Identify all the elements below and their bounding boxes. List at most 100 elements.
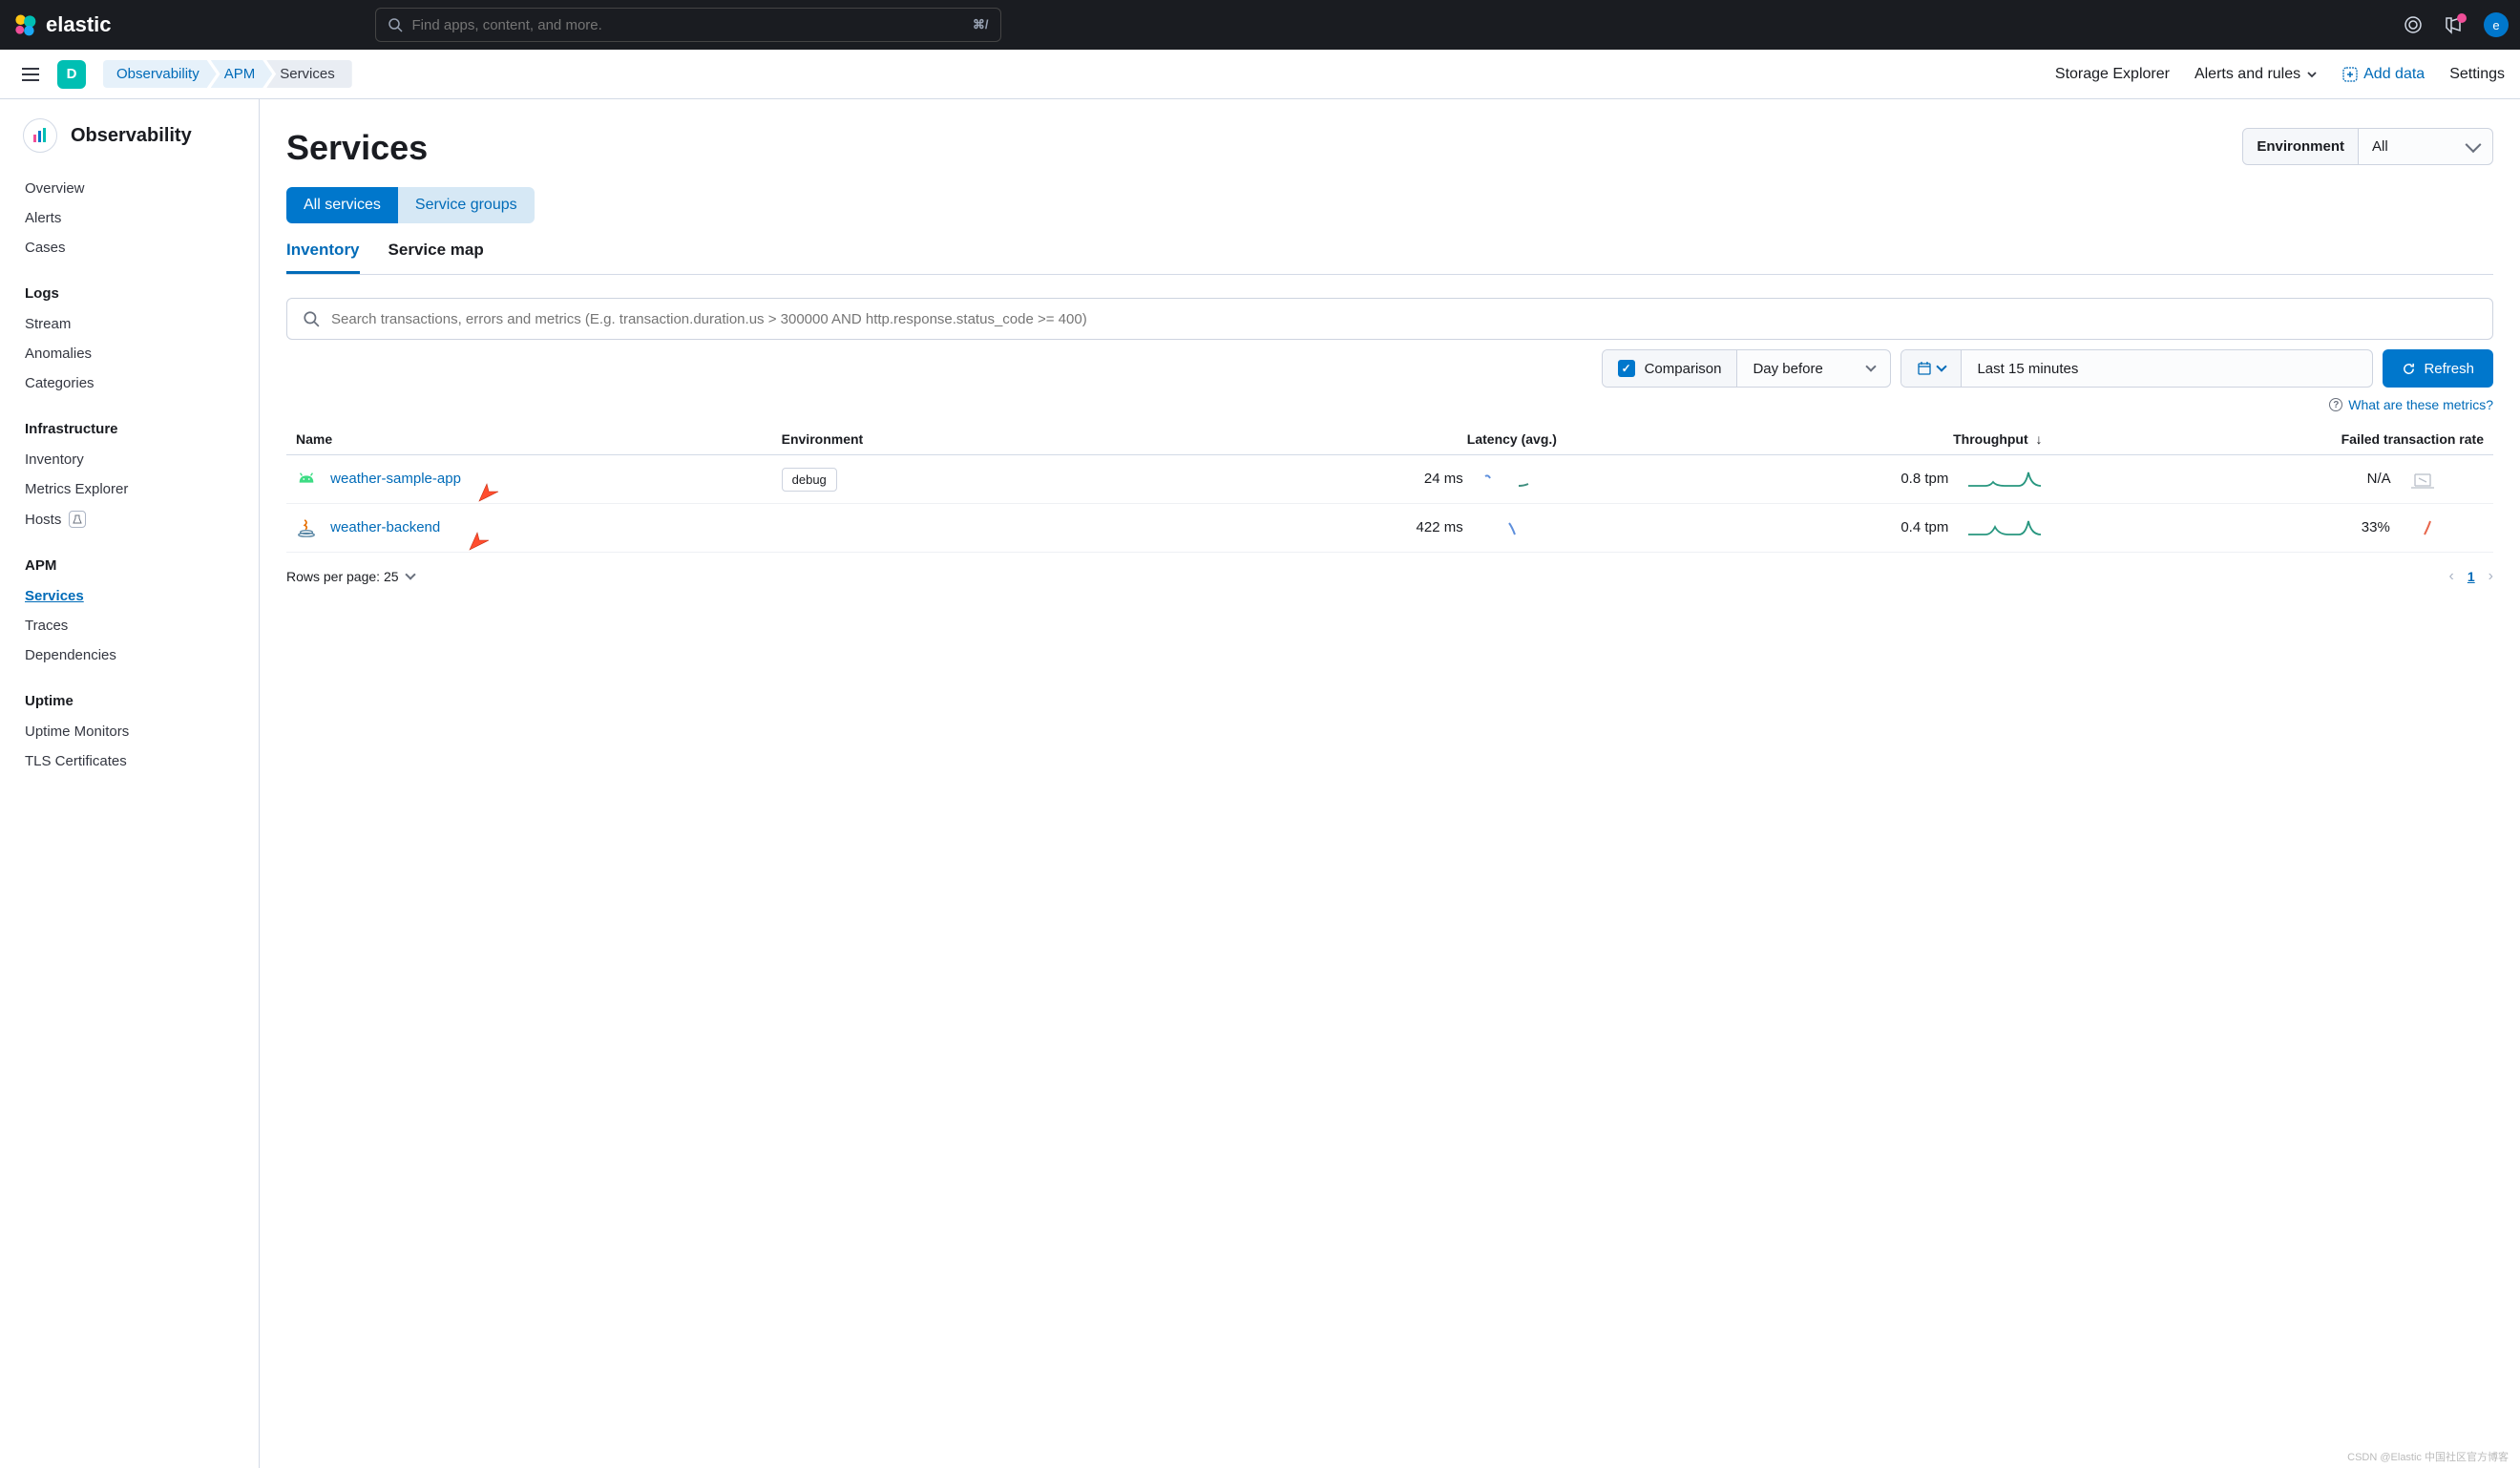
throughput-sparkline (1966, 469, 2043, 490)
alerts-rules-dropdown[interactable]: Alerts and rules (2194, 66, 2318, 83)
plus-in-circle-icon (2342, 67, 2358, 82)
sidebar-item-services[interactable]: Services (0, 581, 259, 611)
environment-value[interactable]: All (2359, 129, 2492, 164)
rows-per-page-select[interactable]: Rows per page: 25 (286, 569, 414, 584)
table-row: weather-backend 422 ms 0.4 tpm 33% (286, 504, 2493, 553)
environment-selector[interactable]: Environment All (2242, 128, 2493, 165)
time-range-control: Last 15 minutes (1900, 349, 2373, 388)
sidebar-item-cases[interactable]: Cases (0, 233, 259, 262)
services-table: Name Environment Latency (avg.) Throughp… (286, 424, 2493, 553)
query-input[interactable] (331, 311, 2477, 327)
header-actions: e (2404, 12, 2509, 37)
latency-value: 24 ms (1424, 471, 1463, 487)
view-toggle: All services Service groups (286, 187, 2493, 223)
breadcrumb-item[interactable]: APM (211, 60, 273, 88)
latency-sparkline (1480, 469, 1557, 490)
sort-desc-icon: ↓ (2036, 431, 2043, 447)
table-footer: Rows per page: 25 ‹ 1 › (286, 568, 2493, 585)
col-label: Latency (avg.) (1467, 431, 1557, 447)
service-name-link[interactable]: weather-sample-app (330, 471, 461, 487)
prev-page-button[interactable]: ‹ (2449, 568, 2454, 585)
observability-icon (23, 118, 57, 153)
calendar-icon (1917, 361, 1932, 376)
tab-service-map[interactable]: Service map (388, 241, 484, 274)
col-name[interactable]: Name (286, 424, 772, 455)
calendar-button[interactable] (1901, 350, 1962, 387)
sidebar-item-alerts[interactable]: Alerts (0, 203, 259, 233)
sidebar-item-anomalies[interactable]: Anomalies (0, 339, 259, 368)
search-icon (303, 310, 320, 327)
sidebar-group: Overview Alerts Cases (0, 166, 259, 270)
breadcrumb-item[interactable]: Observability (103, 60, 217, 88)
sidebar-title: Observability (71, 125, 192, 147)
add-data-link[interactable]: Add data (2342, 66, 2425, 83)
help-icon[interactable] (2404, 15, 2423, 34)
refresh-icon (2402, 362, 2416, 376)
java-icon (296, 517, 317, 538)
failed-sparkline (2407, 469, 2484, 490)
newsfeed-icon[interactable] (2444, 15, 2463, 34)
sidebar-group-title: APM (0, 550, 259, 581)
settings-link[interactable]: Settings (2449, 66, 2505, 83)
tab-inventory[interactable]: Inventory (286, 241, 360, 274)
col-failed-rate[interactable]: Failed transaction rate (2052, 424, 2493, 455)
chevron-down-icon (1937, 361, 1947, 371)
failed-rate-value: 33% (2362, 519, 2390, 535)
sidebar-item-overview[interactable]: Overview (0, 174, 259, 203)
time-range-value[interactable]: Last 15 minutes (1962, 350, 2372, 387)
brand-logo[interactable]: elastic (11, 11, 112, 38)
nav-toggle-button[interactable] (15, 59, 46, 90)
sidebar-item-tls-certificates[interactable]: TLS Certificates (0, 746, 259, 776)
question-icon: ? (2329, 398, 2342, 411)
breadcrumb: Observability APM Services (103, 60, 352, 88)
sidebar-item-metrics-explorer[interactable]: Metrics Explorer (0, 474, 259, 504)
refresh-button[interactable]: Refresh (2383, 349, 2493, 388)
sidebar-group-title: Infrastructure (0, 413, 259, 445)
sidebar-group-infrastructure: Infrastructure Inventory Metrics Explore… (0, 406, 259, 542)
current-page[interactable]: 1 (2468, 569, 2475, 584)
sidebar-header[interactable]: Observability (0, 118, 259, 166)
checkbox-checked-icon[interactable] (1618, 360, 1635, 377)
col-latency[interactable]: Latency (avg.) (1081, 424, 1566, 455)
pagination: ‹ 1 › (2449, 568, 2493, 585)
tabs: Inventory Service map (286, 241, 2493, 275)
search-input[interactable] (412, 17, 963, 33)
table-row: weather-sample-app debug 24 ms 0.8 tpm N… (286, 455, 2493, 504)
subheader-actions: Storage Explorer Alerts and rules Add da… (2055, 66, 2505, 83)
query-bar[interactable] (286, 298, 2493, 340)
elastic-logo-icon (11, 11, 38, 38)
failed-rate-value: N/A (2367, 471, 2390, 487)
latency-value: 422 ms (1417, 519, 1463, 535)
sidebar-item-dependencies[interactable]: Dependencies (0, 640, 259, 670)
col-environment[interactable]: Environment (772, 424, 1082, 455)
comparison-toggle[interactable]: Comparison (1603, 350, 1738, 387)
storage-explorer-link[interactable]: Storage Explorer (2055, 66, 2170, 83)
refresh-label: Refresh (2424, 361, 2474, 377)
throughput-value: 0.4 tpm (1900, 519, 1948, 535)
col-throughput[interactable]: Throughput ↓ (1566, 424, 2052, 455)
throughput-value: 0.8 tpm (1900, 471, 1948, 487)
controls-row: Comparison Day before Last 15 minutes Re… (286, 349, 2493, 388)
global-search[interactable]: ⌘/ (375, 8, 1001, 42)
sidebar-item-inventory[interactable]: Inventory (0, 445, 259, 474)
toggle-service-groups[interactable]: Service groups (398, 187, 535, 223)
chevron-down-icon (2306, 69, 2318, 80)
metrics-hint-link[interactable]: ? What are these metrics? (286, 397, 2493, 412)
comparison-value: Day before (1753, 361, 1822, 377)
comparison-value-dropdown[interactable]: Day before (1737, 350, 1890, 387)
sidebar-item-uptime-monitors[interactable]: Uptime Monitors (0, 717, 259, 746)
sidebar-item-traces[interactable]: Traces (0, 611, 259, 640)
sidebar-item-stream[interactable]: Stream (0, 309, 259, 339)
space-badge[interactable]: D (57, 60, 86, 89)
toggle-all-services[interactable]: All services (286, 187, 398, 223)
sidebar-item-hosts[interactable]: Hosts (0, 504, 259, 535)
user-avatar[interactable]: e (2484, 12, 2509, 37)
service-name-link[interactable]: weather-backend (330, 519, 440, 535)
cursor-arrow-icon (477, 480, 500, 503)
top-header: elastic ⌘/ e (0, 0, 2520, 50)
next-page-button[interactable]: › (2488, 568, 2493, 585)
sidebar-item-categories[interactable]: Categories (0, 368, 259, 398)
sidebar-group-title: Uptime (0, 685, 259, 717)
comparison-label: Comparison (1645, 361, 1722, 377)
chevron-down-icon (405, 569, 415, 579)
